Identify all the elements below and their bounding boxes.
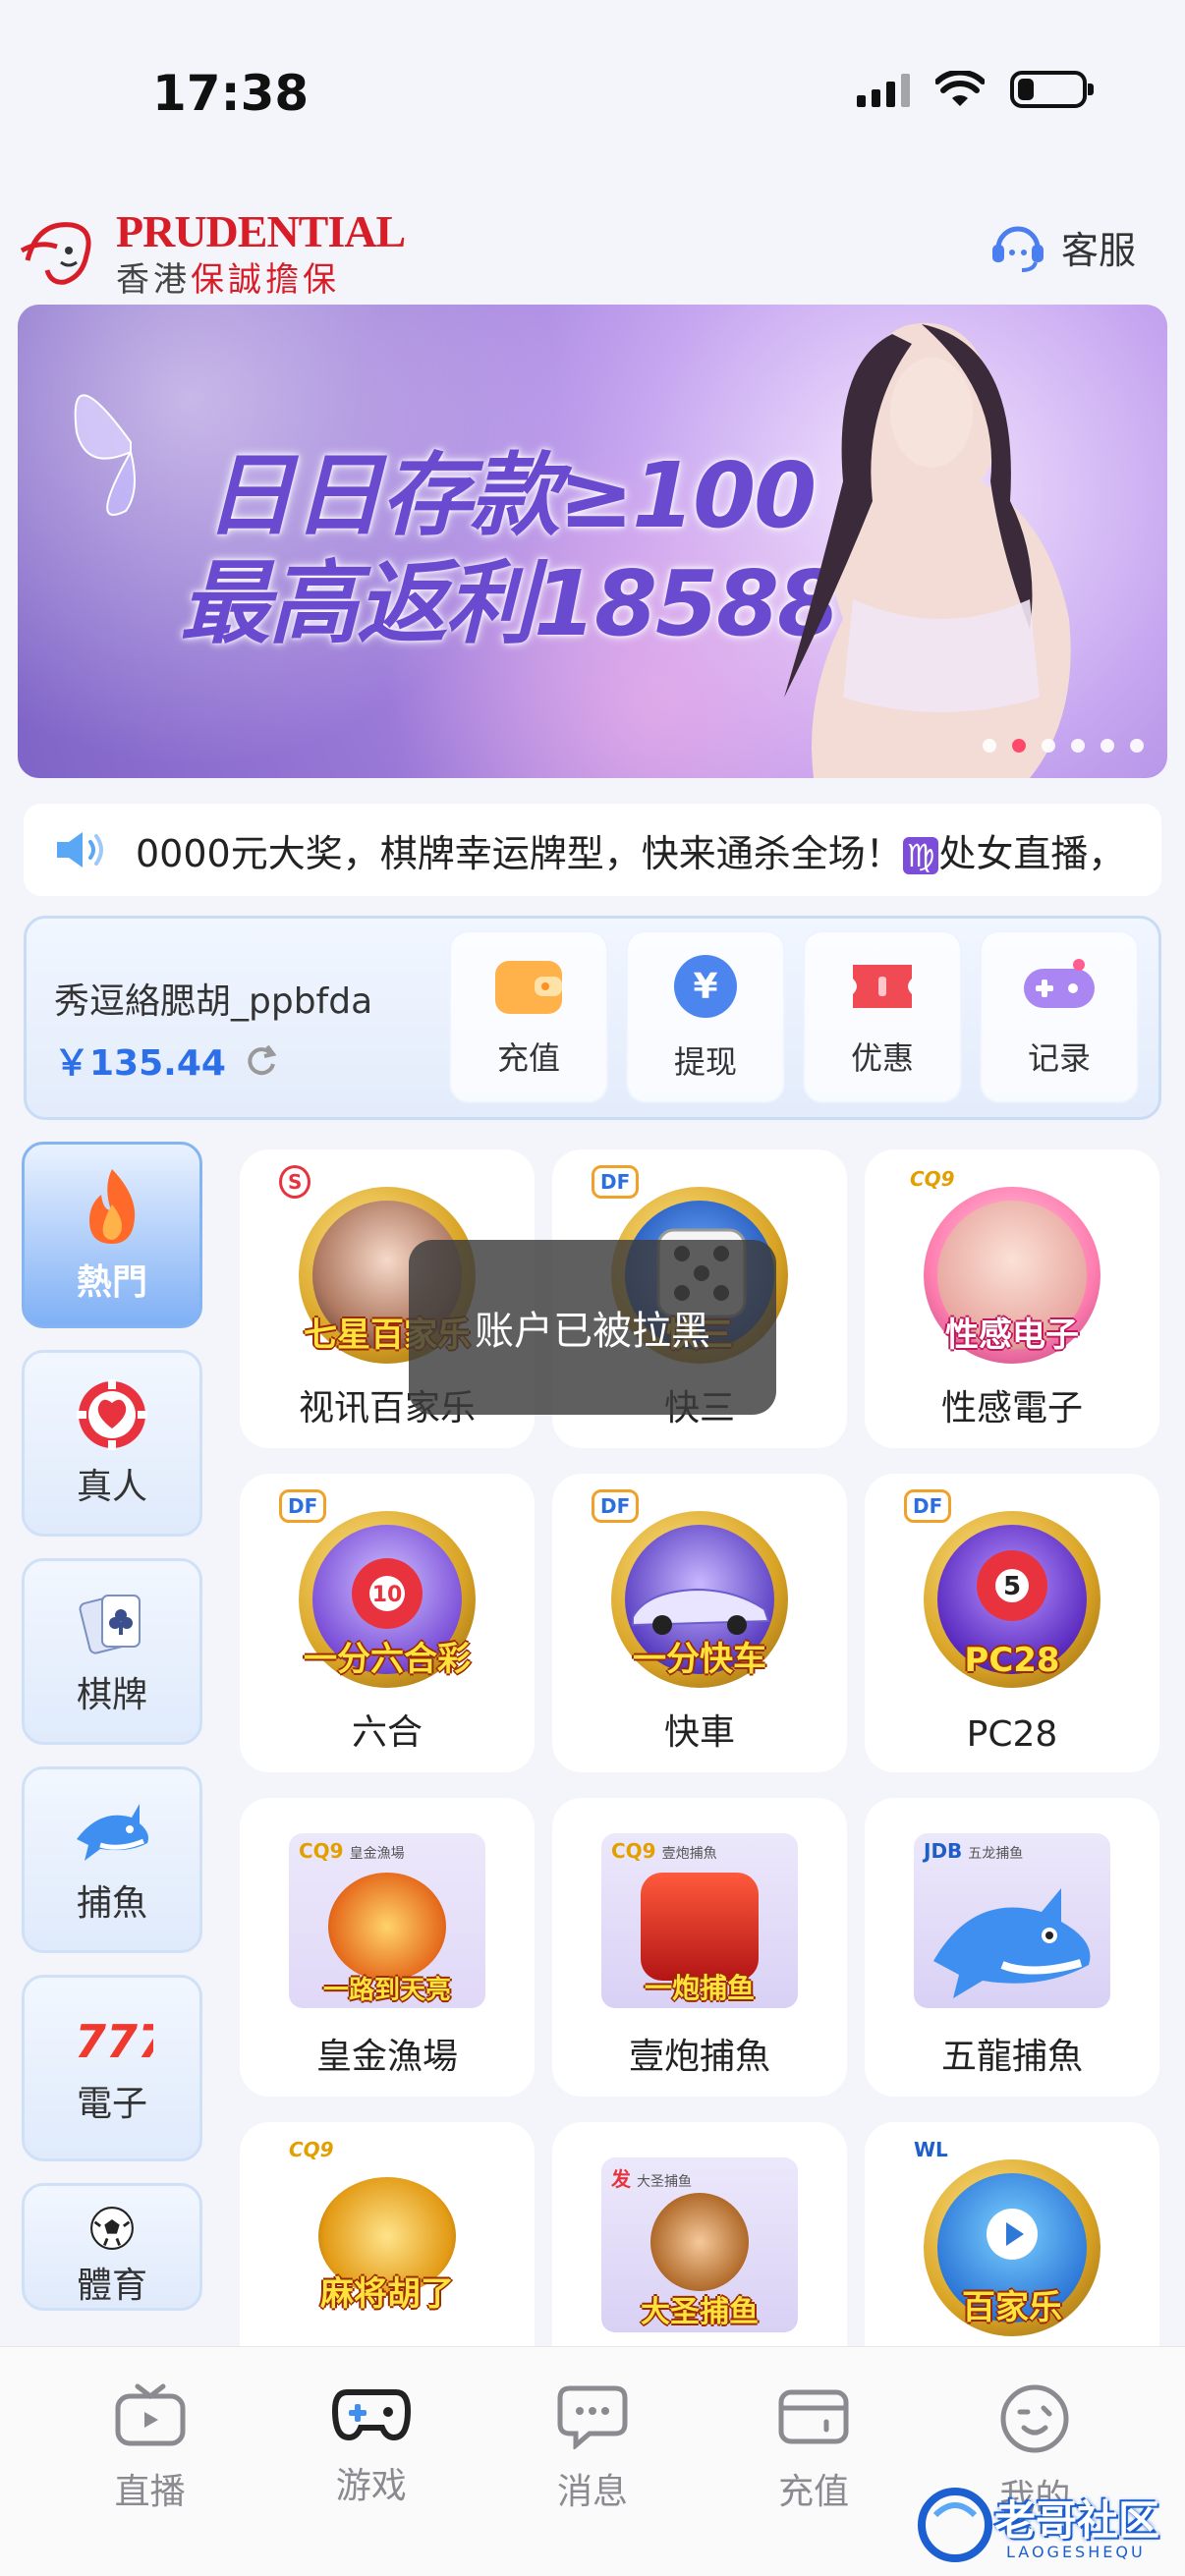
tv-icon bbox=[115, 2383, 186, 2446]
game-card-five-dragon-fishing[interactable]: JDB 五龙捕鱼 五龍捕魚 bbox=[865, 1798, 1159, 2097]
customer-service-button[interactable]: 客服 bbox=[988, 219, 1136, 274]
svg-text:777: 777 bbox=[75, 2015, 153, 2068]
status-time: 17:38 bbox=[152, 65, 310, 122]
banner-pagination bbox=[983, 739, 1144, 753]
game-card-speed-car[interactable]: DF 一分快车 快車 bbox=[552, 1474, 847, 1772]
promotions-button[interactable]: 优惠 bbox=[803, 930, 962, 1103]
gamepad-icon bbox=[331, 2389, 411, 2441]
yuan-coin-icon: ¥ bbox=[674, 955, 737, 1018]
soccer-ball-icon bbox=[90, 2207, 134, 2250]
account-username: 秀逗絡腮胡_ppbfda bbox=[54, 981, 373, 1022]
play-icon bbox=[987, 2209, 1038, 2260]
lottery-ball-icon: 10 bbox=[352, 1558, 423, 1629]
sports-car-icon bbox=[632, 1588, 770, 1635]
account-panel: 秀逗絡腮胡_ppbfda ￥135.44 充值 ¥ 提现 优惠 记录 bbox=[24, 916, 1161, 1120]
toast-text: 账户已被拉黑 bbox=[475, 1309, 710, 1354]
virgo-icon: ♍ bbox=[902, 836, 939, 874]
battery-icon bbox=[1010, 71, 1094, 108]
category-fishing[interactable]: 捕魚 bbox=[22, 1766, 202, 1953]
chat-bubble-icon bbox=[557, 2385, 628, 2449]
game-art: 10 DF 一分六合彩 bbox=[279, 1489, 495, 1688]
banner-dot[interactable] bbox=[1042, 739, 1055, 753]
logo-subtitle: 香港保誠擔保 bbox=[116, 260, 340, 300]
svg-text:¥: ¥ bbox=[693, 967, 717, 1007]
tab-games[interactable]: 游戏 bbox=[273, 2347, 470, 2576]
customer-service-label: 客服 bbox=[1060, 228, 1136, 272]
ticket-icon bbox=[853, 965, 912, 1008]
category-slots[interactable]: 777 電子 bbox=[22, 1975, 202, 2161]
marquee-text: 0000元大奖，棋牌幸运牌型，快来通杀全场！ ♍ 处女直播， bbox=[136, 831, 1126, 875]
promo-banner[interactable]: 日日存款≥100 最高返利18588 bbox=[18, 305, 1167, 778]
shark-art-icon bbox=[933, 1888, 1091, 1998]
tab-deposit[interactable]: 充值 bbox=[715, 2347, 912, 2576]
laoge-watermark: 老哥社区 LAOGESHEQU bbox=[916, 2484, 1171, 2572]
game-art: 5 DF PC28 bbox=[904, 1489, 1120, 1688]
gamepad-icon bbox=[1024, 959, 1095, 1008]
category-sports[interactable]: 體育 bbox=[22, 2183, 202, 2311]
shark-icon bbox=[77, 1804, 148, 1861]
refresh-icon[interactable] bbox=[244, 1042, 279, 1078]
game-art: JDB 五龙捕鱼 bbox=[904, 1814, 1120, 2010]
deposit-button[interactable]: 充值 bbox=[449, 930, 608, 1103]
slot-777-icon: 777 bbox=[75, 2015, 153, 2068]
category-hot[interactable]: 熱門 bbox=[22, 1142, 202, 1328]
game-card-one-shot-fishing[interactable]: CQ9 壹炮捕魚 一炮捕鱼 壹炮捕魚 bbox=[552, 1798, 847, 2097]
header: PRUDENTIAL 香港保誠擔保 客服 bbox=[0, 201, 1185, 300]
game-art: CQ9 壹炮捕魚 一炮捕鱼 bbox=[592, 1814, 808, 2010]
playing-cards-icon bbox=[79, 1595, 141, 1654]
svg-text:10: 10 bbox=[372, 1583, 403, 1607]
prudential-logo: PRUDENTIAL 香港保誠擔保 bbox=[18, 201, 406, 300]
game-card-sexy-slots[interactable]: CQ9 性感电子 性感電子 bbox=[865, 1149, 1159, 1448]
tab-live[interactable]: 直播 bbox=[52, 2347, 249, 2576]
category-cards[interactable]: 棋牌 bbox=[22, 1558, 202, 1745]
game-art: WL 百家乐 bbox=[904, 2138, 1120, 2336]
pool-ball-icon: 5 bbox=[977, 1550, 1047, 1621]
banner-dot[interactable] bbox=[1071, 739, 1085, 753]
game-art: CQ9 皇金漁場 一路到天亮 bbox=[279, 1814, 495, 2010]
butterfly-icon bbox=[74, 394, 136, 516]
wallet-card-icon bbox=[778, 2389, 849, 2444]
withdraw-button[interactable]: ¥ 提现 bbox=[626, 930, 785, 1103]
logo-brand: PRUDENTIAL bbox=[116, 206, 406, 256]
cellular-signal-icon bbox=[857, 72, 910, 107]
banner-dot[interactable] bbox=[1130, 739, 1144, 753]
game-card-mark-six[interactable]: 10 DF 一分六合彩 六合 bbox=[240, 1474, 535, 1772]
game-card-pc28[interactable]: 5 DF PC28 PC28 bbox=[865, 1474, 1159, 1772]
game-art: CQ9 性感电子 bbox=[904, 1165, 1120, 1364]
account-balance: ￥135.44 bbox=[54, 1035, 279, 1086]
category-sidebar: 熱門 真人 棋牌 捕魚 777 電子 bbox=[22, 1142, 202, 2332]
prudential-face-icon bbox=[20, 222, 91, 285]
speaker-icon bbox=[57, 832, 103, 868]
dragon-logo-icon bbox=[918, 2488, 992, 2562]
game-art: 发大圣捕鱼 大圣捕鱼 bbox=[592, 2138, 808, 2334]
category-live[interactable]: 真人 bbox=[22, 1350, 202, 1537]
banner-dot-active[interactable] bbox=[1012, 739, 1026, 753]
game-art: DF 一分快车 bbox=[592, 1489, 808, 1688]
tab-messages[interactable]: 消息 bbox=[494, 2347, 691, 2576]
banner-dot[interactable] bbox=[983, 739, 996, 753]
wallet-icon bbox=[495, 961, 562, 1014]
status-bar: 17:38 bbox=[0, 0, 1185, 147]
announcement-marquee[interactable]: 0000元大奖，棋牌幸运牌型，快来通杀全场！ ♍ 处女直播， bbox=[24, 804, 1161, 896]
svg-text:5: 5 bbox=[1003, 1572, 1021, 1601]
wifi-icon bbox=[935, 71, 985, 106]
flame-icon bbox=[89, 1169, 136, 1244]
banner-dot[interactable] bbox=[1100, 739, 1114, 753]
game-art: CQ9 麻将胡了 bbox=[289, 2138, 456, 2314]
poker-chip-icon bbox=[77, 1379, 147, 1450]
headset-icon bbox=[991, 226, 1044, 272]
account-actions: 充值 ¥ 提现 优惠 记录 bbox=[449, 930, 1139, 1103]
status-icons bbox=[857, 71, 1094, 108]
banner-model-image bbox=[784, 322, 1071, 778]
toast-message: 账户已被拉黑 bbox=[409, 1240, 776, 1415]
game-card-golden-fishery[interactable]: CQ9 皇金漁場 一路到天亮 皇金漁場 bbox=[240, 1798, 535, 2097]
smiley-icon bbox=[1000, 2384, 1069, 2453]
records-button[interactable]: 记录 bbox=[980, 930, 1139, 1103]
